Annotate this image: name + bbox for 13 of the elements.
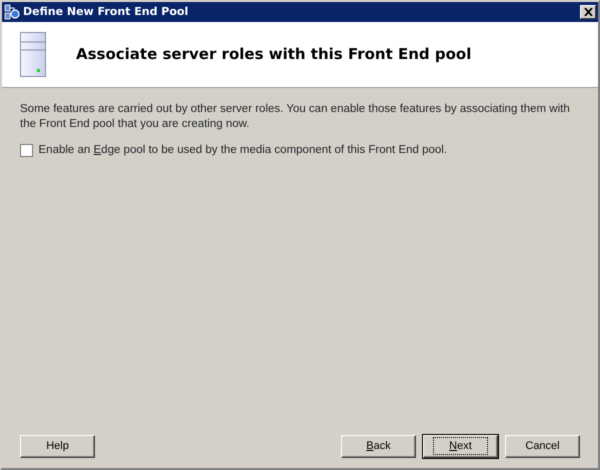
- checkbox[interactable]: [20, 144, 33, 158]
- dialog-button[interactable]: Back: [341, 435, 416, 458]
- page-heading: Associate server roles with this Front End pool: [76, 44, 472, 66]
- close-icon: [584, 8, 592, 16]
- checkbox-label[interactable]: Enable an Edge pool to be used by the media component of this Front End pool.: [38, 142, 448, 160]
- dialog-button[interactable]: Cancel: [505, 435, 580, 458]
- server-icon: [20, 32, 46, 77]
- dialog-button[interactable]: Help: [20, 435, 95, 458]
- dialog-button[interactable]: Next: [423, 435, 498, 458]
- description-text: Some features are carried out by other server roles. You can enable those features by associating them with the Front End pool that you are creating now.: [20, 102, 571, 132]
- window-title: Define New Front End Pool: [23, 4, 188, 20]
- app-icon: [4, 4, 20, 20]
- close-button[interactable]: [580, 5, 596, 19]
